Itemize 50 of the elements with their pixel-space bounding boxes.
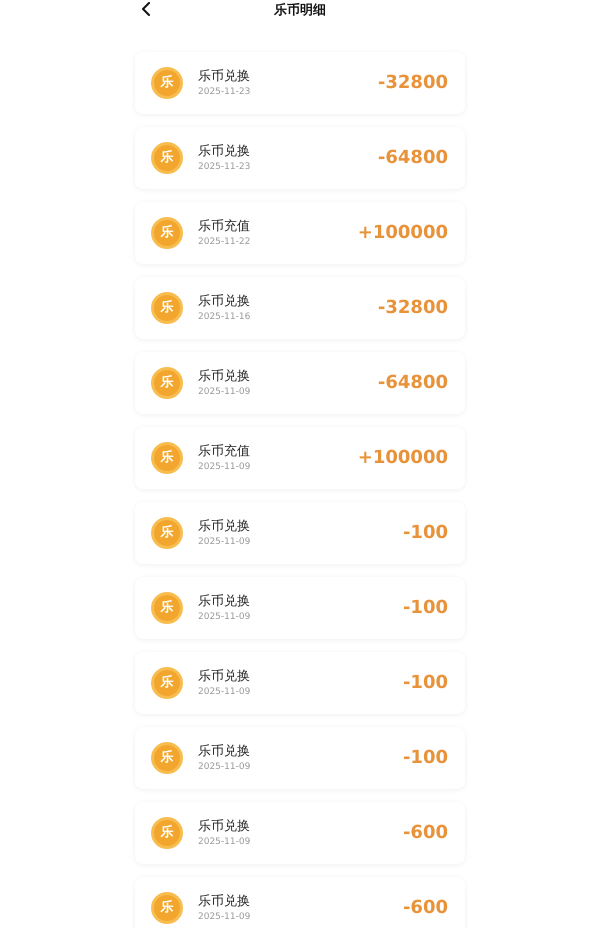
transaction-date: 2025-11-09 — [198, 388, 250, 396]
transaction-title: 乐币兑换 — [198, 670, 250, 682]
transaction-amount: -32800 — [378, 74, 448, 92]
transaction-amount: -100 — [402, 674, 448, 692]
transaction-amount: +100000 — [358, 224, 448, 242]
transaction-title: 乐币兑换 — [198, 520, 250, 532]
transaction-date: 2025-11-09 — [198, 838, 250, 846]
back-icon[interactable] — [141, 2, 151, 16]
transaction-amount: +100000 — [358, 449, 448, 467]
coin-icon: 乐 — [151, 742, 183, 774]
coin-icon: 乐 — [151, 592, 183, 624]
transaction-date: 2025-11-09 — [198, 762, 250, 772]
transaction-title: 乐币兑换 — [198, 894, 250, 908]
transaction-title: 乐币兑换 — [198, 144, 250, 158]
transaction-amount: -32800 — [378, 299, 448, 317]
coin-icon: 乐 — [151, 817, 183, 849]
coin-icon: 乐 — [151, 217, 183, 249]
coin-icon: 乐 — [151, 67, 183, 99]
transaction-date: 2025-11-09 — [198, 612, 250, 622]
coin-icon: 乐 — [151, 367, 183, 399]
transaction-date: 2025-11-23 — [198, 162, 250, 172]
transaction-amount: -100 — [402, 749, 448, 767]
transaction-date: 2025-11-23 — [198, 88, 250, 96]
transaction-title: 乐币充值 — [198, 444, 250, 458]
coin-icon: 乐 — [151, 142, 183, 174]
transaction-title: 乐币充值 — [198, 220, 250, 232]
transaction-title: 乐币兑换 — [198, 820, 250, 832]
transaction-title: 乐币兑换 — [198, 594, 250, 608]
transaction-date: 2025-11-16 — [198, 312, 250, 322]
transaction-date: 2025-11-22 — [198, 238, 250, 246]
transaction-date: 2025-11-09 — [198, 688, 250, 696]
transaction-amount: -64800 — [378, 374, 448, 392]
transaction-title: 乐币兑换 — [198, 370, 250, 382]
coin-icon: 乐 — [151, 517, 183, 549]
transaction-title: 乐币兑换 — [198, 294, 250, 308]
transaction-amount: -600 — [402, 824, 448, 842]
transaction-amount: -100 — [402, 599, 448, 617]
transaction-amount: -64800 — [378, 149, 448, 167]
transaction-amount: -100 — [402, 524, 448, 542]
transaction-date: 2025-11-09 — [198, 462, 250, 472]
coin-icon: 乐 — [151, 667, 183, 699]
page-title: 乐币明细 — [274, 4, 326, 16]
coin-icon: 乐 — [151, 892, 183, 924]
transaction-amount: -600 — [402, 899, 448, 917]
transaction-date: 2025-11-09 — [198, 538, 250, 546]
transaction-title: 乐币兑换 — [198, 70, 250, 82]
transaction-date: 2025-11-09 — [198, 912, 250, 922]
transaction-title: 乐币兑换 — [198, 744, 250, 758]
coin-icon: 乐 — [151, 292, 183, 324]
coin-icon: 乐 — [151, 442, 183, 474]
